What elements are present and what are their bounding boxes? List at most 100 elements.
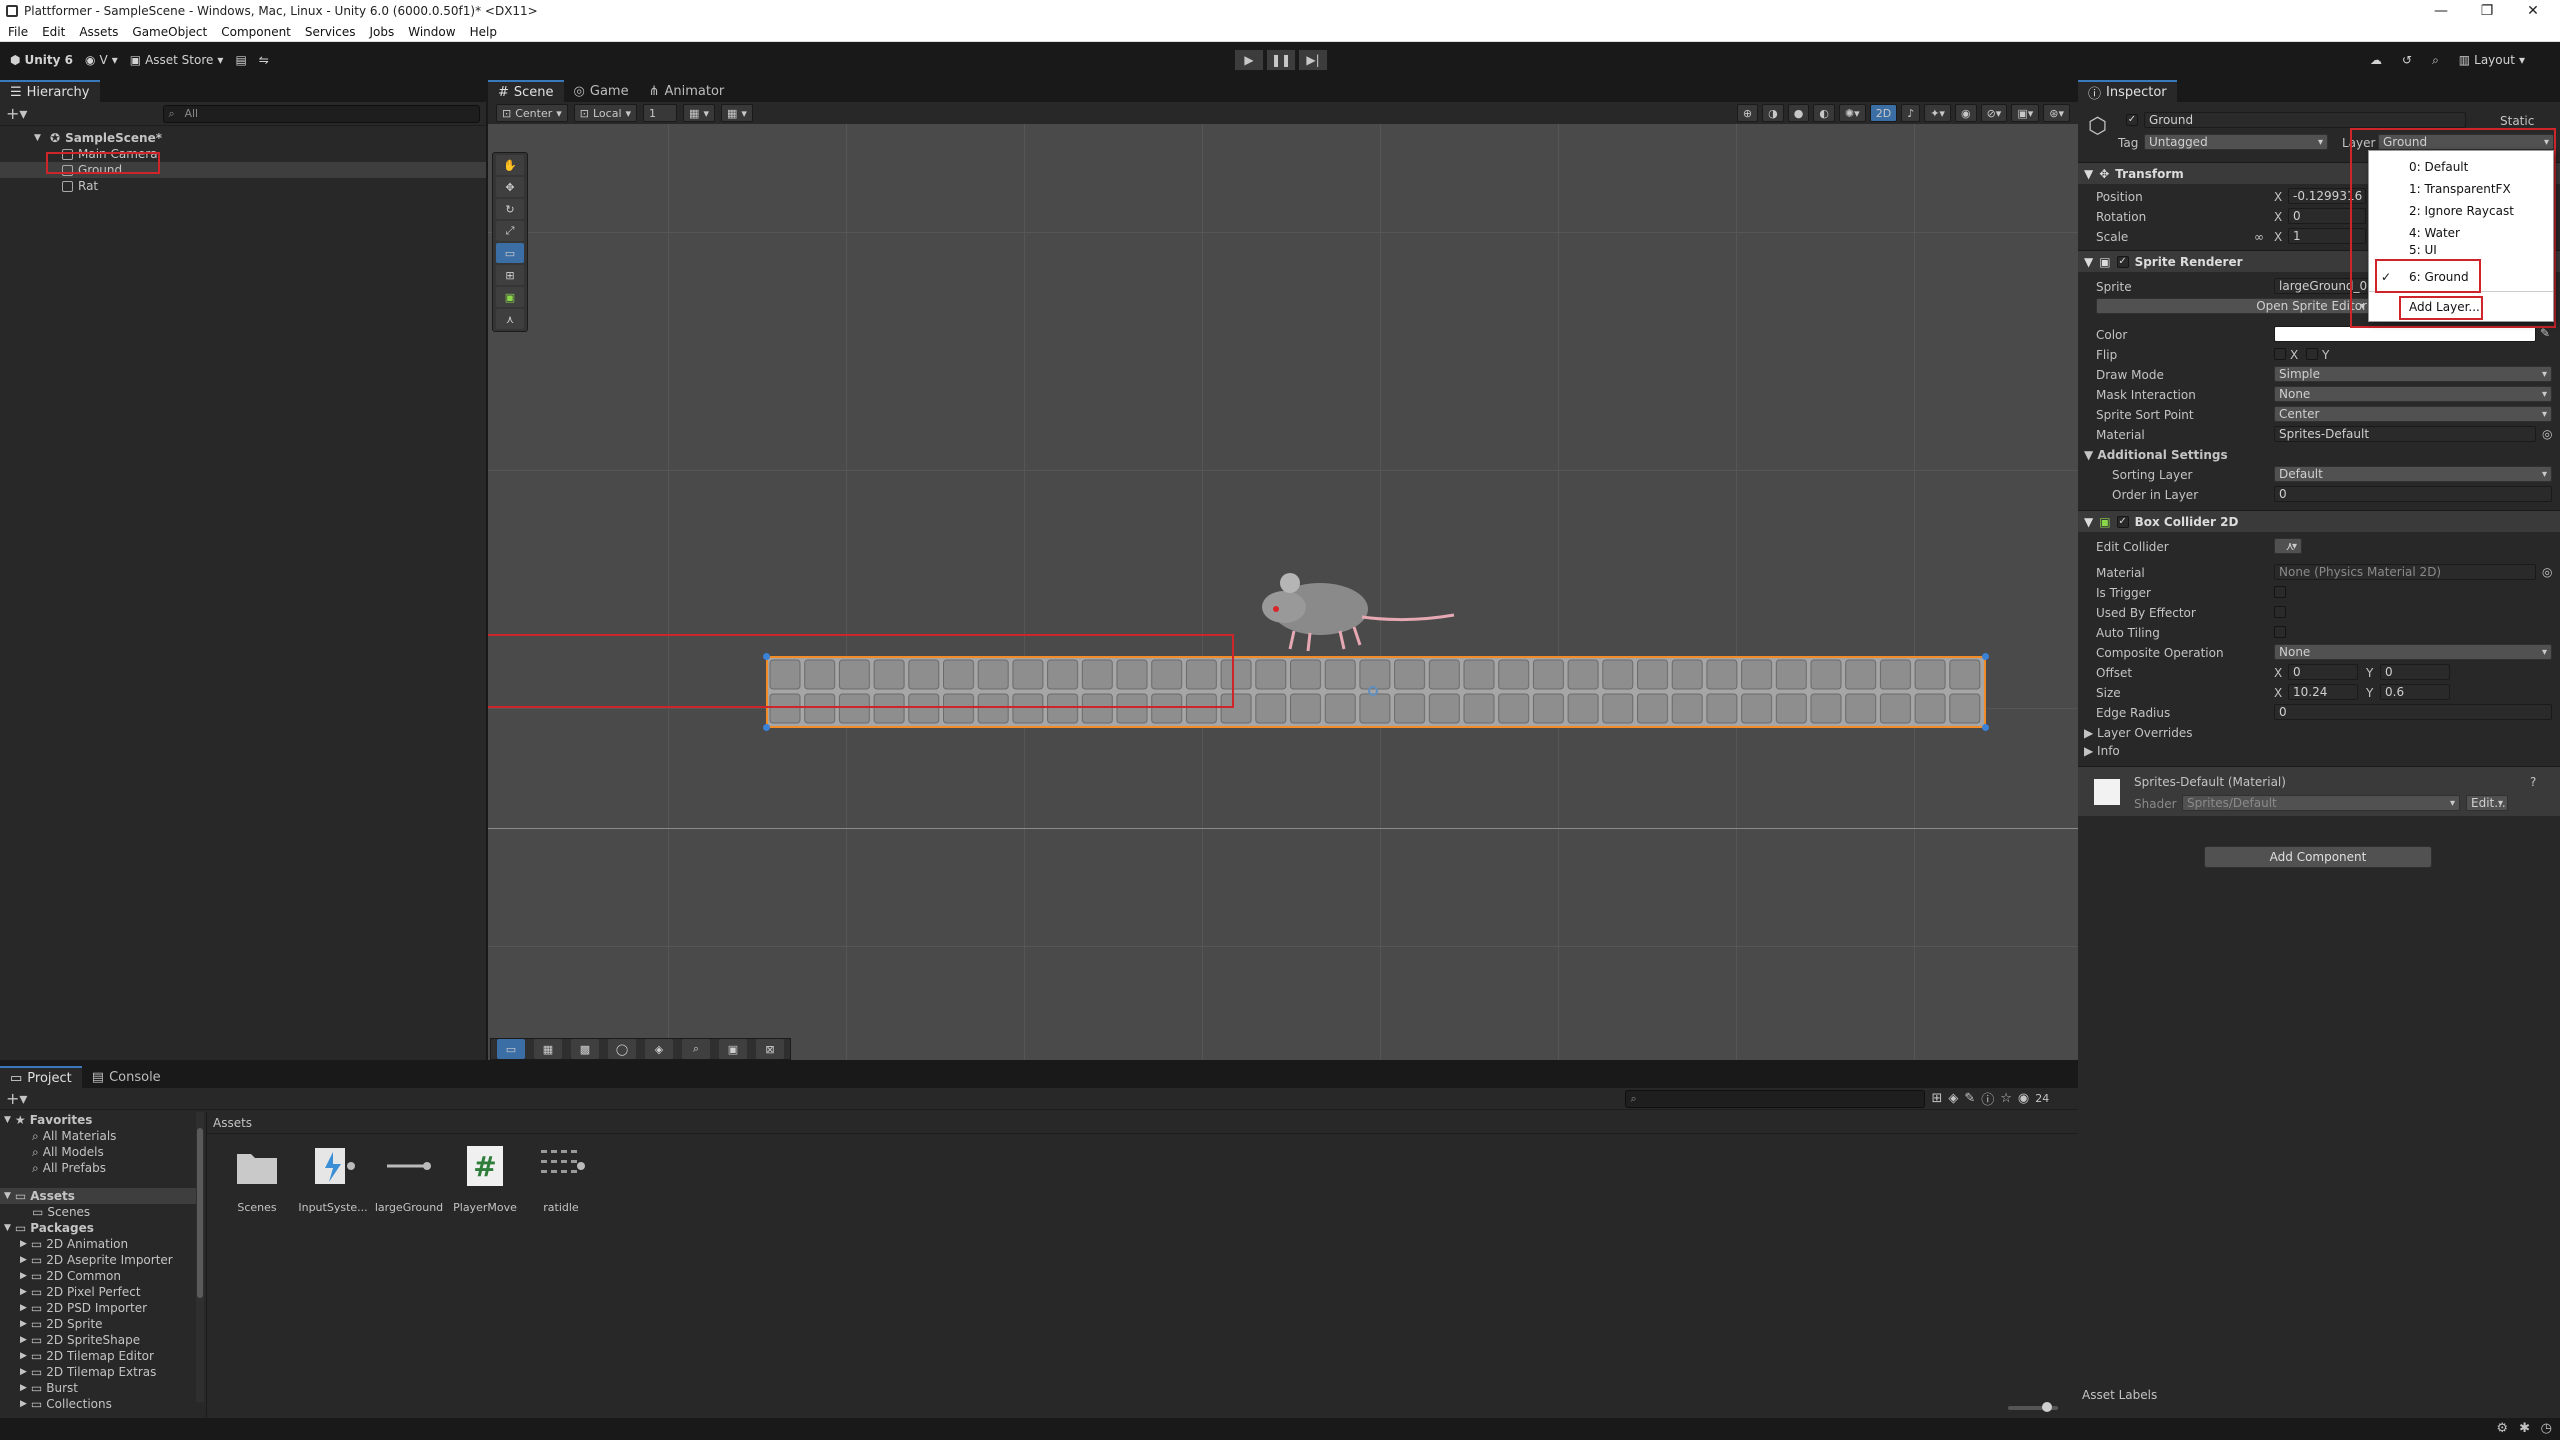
tab-inspector[interactable]: ⓘ Inspector — [2078, 80, 2177, 102]
draw-mode-dropdown[interactable]: Simple — [2274, 366, 2552, 382]
physics-material-field[interactable]: None (Physics Material 2D) — [2274, 564, 2536, 580]
rotate-tool-icon[interactable]: ↻ — [496, 199, 524, 219]
layer-option-default[interactable]: 0: Default — [2369, 157, 2553, 177]
minimize-button[interactable]: — — [2418, 0, 2464, 22]
offset-y-field[interactable]: 0 — [2380, 664, 2450, 680]
asset-rat-idle[interactable]: ratidle — [525, 1142, 597, 1214]
info-foldout[interactable]: ▶ Info — [2084, 744, 2120, 758]
audio-toggle-button[interactable]: ♪ — [1901, 104, 1921, 122]
rect-select-icon[interactable]: ▭ — [497, 1039, 525, 1059]
package-item[interactable]: ▶ ▭ 2D Aseprite Importer — [0, 1252, 200, 1268]
size-y-field[interactable]: 0.6 — [2380, 684, 2450, 700]
tab-console[interactable]: ▤ Console — [82, 1066, 171, 1088]
rect-handle-bottom-left[interactable] — [763, 724, 770, 731]
packages-root[interactable]: ▼ ▭ Packages — [0, 1220, 200, 1236]
asset-input-system[interactable]: InputSyste... — [297, 1142, 369, 1214]
favorite-all-models[interactable]: ⌕ All Models — [0, 1144, 200, 1160]
cloud-icon[interactable]: ☁ — [2364, 49, 2388, 71]
layers-icon[interactable]: ◈ — [645, 1039, 673, 1059]
icon-size-slider[interactable] — [2008, 1402, 2058, 1412]
tab-animator[interactable]: ⋔ Animator — [639, 80, 735, 102]
eyedropper-icon[interactable]: ✎ — [2540, 326, 2550, 340]
fill-icon[interactable]: ▣ — [719, 1039, 747, 1059]
paint-icon[interactable]: ▩ — [571, 1039, 599, 1059]
hierarchy-item-rat[interactable]: Rat — [0, 178, 486, 194]
menu-services[interactable]: Services — [305, 25, 356, 39]
menu-jobs[interactable]: Jobs — [370, 25, 395, 39]
package-item[interactable]: ▶ ▭ 2D Animation — [0, 1236, 200, 1252]
color-field[interactable] — [2274, 326, 2536, 342]
close-button[interactable]: ✕ — [2510, 0, 2556, 22]
add-icon[interactable]: +▾ — [6, 104, 27, 123]
shader-edit-button[interactable]: Edit... — [2466, 795, 2508, 811]
wireframe-button[interactable]: ● — [1787, 104, 1810, 122]
order-in-layer-field[interactable]: 0 — [2274, 486, 2552, 502]
active-checkbox[interactable]: ✓ — [2126, 114, 2138, 126]
orientation-gizmo-button[interactable]: ⊕ — [1736, 104, 1759, 122]
layer-option-water[interactable]: 4: Water — [2369, 223, 2553, 243]
auto-tiling-checkbox[interactable] — [2274, 626, 2286, 638]
size-x-field[interactable]: 10.24 — [2288, 684, 2358, 700]
package-item[interactable]: ▶ ▭ Collections — [0, 1396, 200, 1412]
layer-option-transparentfx[interactable]: 1: TransparentFX — [2369, 179, 2553, 199]
package-item[interactable]: ▶ ▭ 2D Pixel Perfect — [0, 1284, 200, 1300]
composite-operation-dropdown[interactable]: None — [2274, 644, 2552, 660]
box-collider-header[interactable]: ▼ ▣ ✓ Box Collider 2D — [2078, 510, 2560, 532]
shading-mode-button[interactable]: ◑ — [1762, 104, 1784, 122]
asset-breadcrumb[interactable]: Assets — [207, 1112, 2078, 1134]
favorite-all-prefabs[interactable]: ⌕ All Prefabs — [0, 1160, 200, 1176]
menu-component[interactable]: Component — [221, 25, 291, 39]
scene-view[interactable]: ⊡ Center ▾ ⊡ Local ▾ 1 ▦ ▾ ▦ ▾ ⊕ ◑ ● ◐ ✺▾ 2D ♪… — [488, 102, 2078, 1060]
asset-store-button[interactable]: ▣ Asset Store ▾ — [124, 49, 230, 71]
rect-handle-top-right[interactable] — [1982, 653, 1989, 660]
shader-dropdown[interactable]: Sprites/Default — [2182, 795, 2460, 811]
progress-icon[interactable]: ◷ — [2541, 1421, 2552, 1436]
package-item[interactable]: ▶ ▭ 2D Tilemap Extras — [0, 1364, 200, 1380]
unity-account-button[interactable]: ⬢ Unity 6 — [4, 49, 79, 71]
erase-icon[interactable]: ⊠ — [756, 1039, 784, 1059]
pivot-center-dropdown[interactable]: ⊡ Center ▾ — [496, 104, 568, 122]
maximize-button[interactable]: ❐ — [2464, 0, 2510, 22]
pause-button[interactable]: ❚❚ — [1266, 49, 1296, 71]
snap-grid-button[interactable]: ▦ ▾ — [683, 104, 715, 122]
package-item[interactable]: ▶ ▭ 2D PSD Importer — [0, 1300, 200, 1316]
menu-assets[interactable]: Assets — [79, 25, 118, 39]
help-icon[interactable]: ? — [2530, 775, 2536, 789]
scene-root[interactable]: ▼ ✪ SampleScene* — [0, 130, 486, 146]
bug-icon[interactable]: ✱ — [2519, 1421, 2530, 1436]
picker-icon[interactable]: ⌕ — [682, 1039, 710, 1059]
edge-radius-field[interactable]: 0 — [2274, 704, 2552, 720]
menu-file[interactable]: File — [8, 25, 28, 39]
asset-scenes-folder[interactable]: Scenes — [221, 1142, 293, 1214]
scale-tool-icon[interactable]: ⤢ — [496, 221, 524, 241]
flip-y-checkbox[interactable] — [2306, 348, 2318, 360]
mode-2d-button[interactable]: 2D — [1869, 104, 1898, 122]
asset-large-ground[interactable]: largeGround — [373, 1142, 445, 1214]
rect-handle-bottom-right[interactable] — [1982, 724, 1989, 731]
flip-x-checkbox[interactable] — [2274, 348, 2286, 360]
layout-dropdown[interactable]: ▥ Layout ▾ — [2453, 49, 2531, 71]
favorite-all-materials[interactable]: ⌕ All Materials — [0, 1128, 200, 1144]
object-name-field[interactable]: Ground — [2144, 112, 2466, 128]
package-item[interactable]: ▶ ▭ 2D Sprite — [0, 1316, 200, 1332]
step-button[interactable]: ▶| — [1298, 49, 1328, 71]
sorting-layer-dropdown[interactable]: Default — [2274, 466, 2552, 482]
circle-icon[interactable]: ◯ — [608, 1039, 636, 1059]
hierarchy-search-input[interactable]: ⌕ All — [163, 104, 480, 123]
folder-scenes[interactable]: ▭ Scenes — [0, 1204, 200, 1220]
used-by-effector-checkbox[interactable] — [2274, 606, 2286, 618]
visibility-eye-button[interactable]: ◉ — [1954, 104, 1977, 122]
collider-edit-tool-icon[interactable]: ▣ — [496, 287, 524, 307]
history-icon[interactable]: ↺ — [2396, 49, 2418, 71]
layer-option-ignore-raycast[interactable]: 2: Ignore Raycast — [2369, 201, 2553, 221]
layer-option-ui[interactable]: 5: UI — [2369, 243, 2553, 255]
menu-gameobject[interactable]: GameObject — [132, 25, 207, 39]
grid-visibility-button[interactable]: ▦ ▾ — [720, 104, 753, 122]
open-sprite-editor-button[interactable]: Open Sprite Editor — [2096, 298, 2370, 314]
package-icon[interactable]: ▤ — [229, 49, 252, 71]
edit-collider-button[interactable]: ⋏ — [2274, 538, 2302, 554]
rect-tool-icon[interactable]: ▭ — [496, 243, 524, 263]
hand-tool-icon[interactable]: ✋ — [496, 155, 524, 175]
material-field[interactable]: Sprites-Default — [2274, 426, 2536, 442]
menu-window[interactable]: Window — [408, 25, 455, 39]
